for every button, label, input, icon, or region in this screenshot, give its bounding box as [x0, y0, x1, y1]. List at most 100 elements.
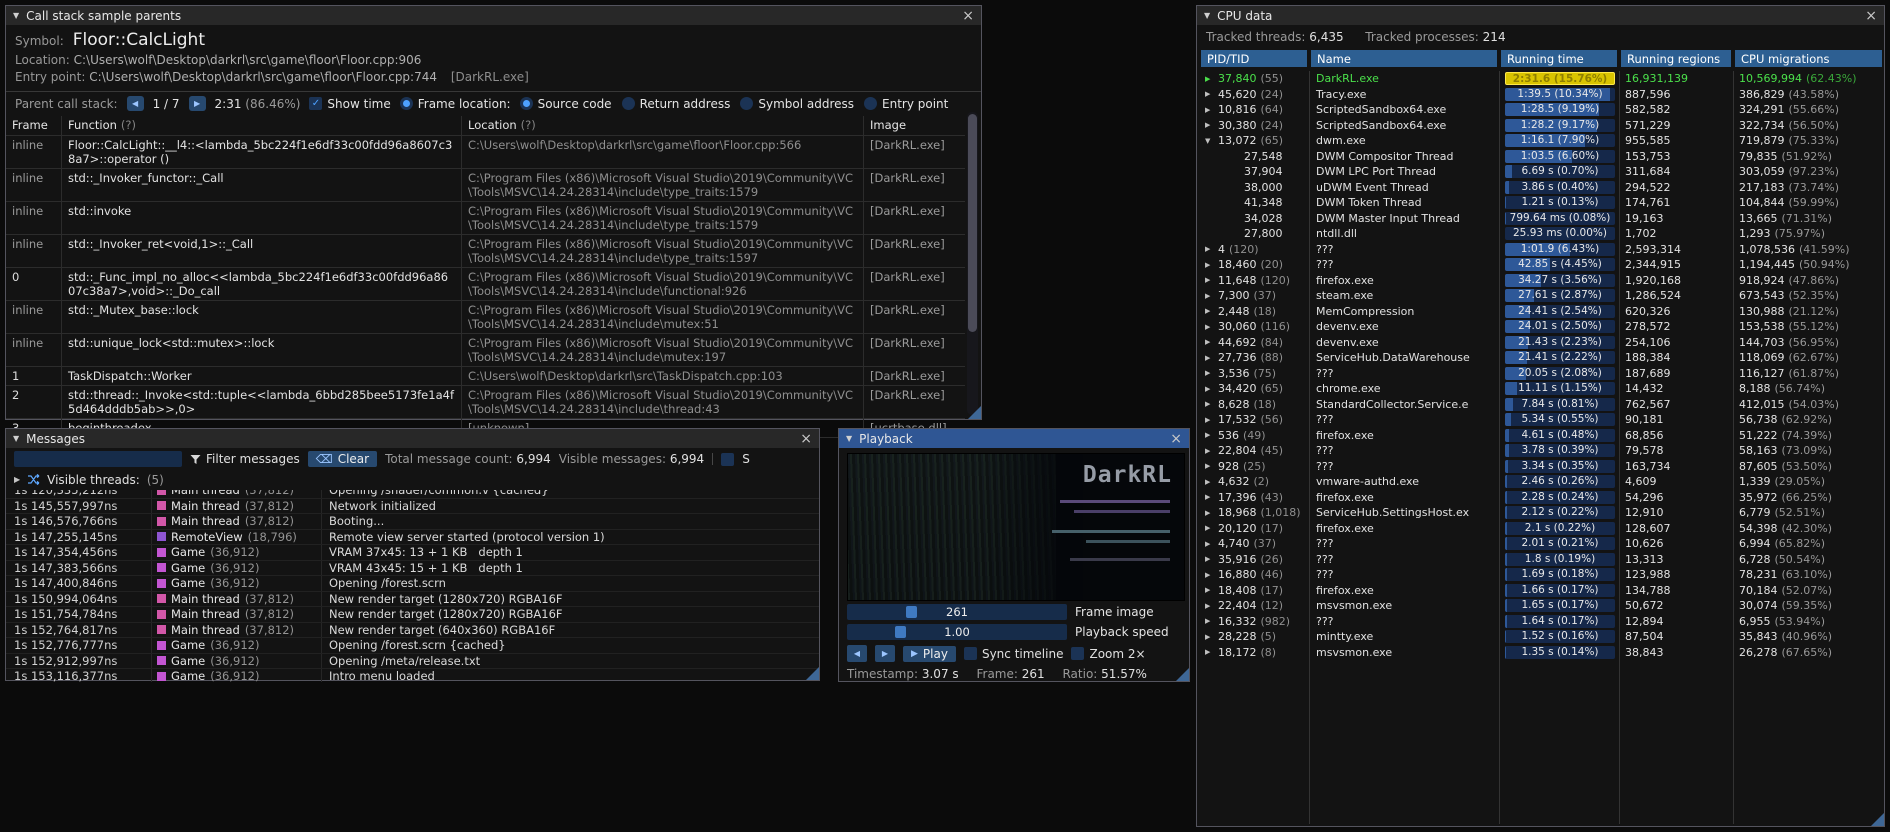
message-row[interactable]: 1s 152,912,997ns Game (36,912) Opening /met…: [6, 653, 819, 669]
cpu-process-row[interactable]: ▶ 28,228 (5) mintty.exe 1.52 s (0.16%) 87,504…: [1201, 629, 1880, 645]
collapse-arrow-icon[interactable]: ▼: [13, 434, 19, 443]
cpu-process-row[interactable]: ▶ 18,460 (20)??? 42.85 s (4.45%) 2,344,915 1,…: [1201, 257, 1880, 273]
cpu-thread-row[interactable]: 37,904 DWM LPC Port Thread 6.69 s (0.70%) 3…: [1201, 164, 1880, 180]
radio-option-entry-point[interactable]: Entry point: [864, 97, 948, 111]
play-button[interactable]: ▶ Play: [903, 645, 956, 662]
close-icon[interactable]: ×: [962, 9, 974, 23]
tree-collapsed-icon[interactable]: ▶: [1205, 493, 1214, 501]
cpu-process-row[interactable]: ▼ 13,072 (65) dwm.exe 1:16.1 (7.90%) 955,585 7…: [1201, 133, 1880, 149]
tree-collapsed-icon[interactable]: ▶: [1205, 292, 1214, 300]
cpu-process-row[interactable]: ▶ 7,300 (37) steam.exe 27.61 s (2.87%) 1,286,…: [1201, 288, 1880, 304]
tree-collapsed-icon[interactable]: ▶: [1205, 462, 1214, 470]
tree-collapsed-icon[interactable]: ▶: [1205, 121, 1214, 129]
filter-input[interactable]: [14, 451, 182, 467]
cpu-process-row[interactable]: ▶ 17,396 (43) firefox.exe 2.28 s (0.24%) 54,2…: [1201, 490, 1880, 506]
next-callstack-button[interactable]: ▶: [188, 96, 206, 111]
cpu-thread-row[interactable]: 27,800 ntdll.dll 25.93 ms (0.00%) 1,702 1,29…: [1201, 226, 1880, 242]
tree-collapsed-icon[interactable]: ▶: [1205, 90, 1214, 98]
shuffle-icon[interactable]: [27, 474, 40, 485]
function-cell[interactable]: std::_Invoker_functor::_Call: [62, 169, 462, 201]
tree-collapsed-icon[interactable]: ▶: [1205, 75, 1214, 83]
message-row[interactable]: 1s 147,354,456ns Game (36,912) VRAM 37x45: …: [6, 545, 819, 561]
callstack-frame-row[interactable]: 2 std::thread::_Invoke<std::tuple<<lambda…: [6, 386, 965, 419]
prev-callstack-button[interactable]: ◀: [126, 96, 144, 111]
callstack-frame-row[interactable]: 1 TaskDispatch::Worker C:\Users\wolf\Deskt…: [6, 367, 965, 386]
callstack-frame-row[interactable]: inline std::_Invoker_ret<void,1>::_Call C:…: [6, 235, 965, 268]
callstack-frame-row[interactable]: inline std::_Mutex_base::lock C:\Program F…: [6, 301, 965, 334]
tree-collapsed-icon[interactable]: ▶: [1205, 354, 1214, 362]
tree-collapsed-icon[interactable]: ▶: [1205, 555, 1214, 563]
messages-titlebar[interactable]: ▼ Messages ×: [6, 429, 819, 448]
column-header-running-time[interactable]: Running time: [1501, 50, 1617, 67]
tree-collapsed-icon[interactable]: ▶: [1205, 400, 1214, 408]
tree-caret-icon[interactable]: ▶: [14, 475, 20, 484]
function-cell[interactable]: Floor::CalcLight::__l4::<lambda_5bc224f1…: [62, 136, 462, 168]
collapse-arrow-icon[interactable]: ▼: [1204, 11, 1210, 20]
tree-collapsed-icon[interactable]: ▶: [1205, 509, 1214, 517]
cpu-process-row[interactable]: ▶ 45,620 (24) Tracy.exe 1:39.5 (10.34%) 887,5…: [1201, 87, 1880, 103]
cpu-process-row[interactable]: ▶ 20,120 (17) firefox.exe 2.1 s (0.22%) 128,6…: [1201, 521, 1880, 537]
message-row[interactable]: 1s 151,754,784ns Main thread (37,812) New r…: [6, 607, 819, 623]
tree-collapsed-icon[interactable]: ▶: [1205, 571, 1214, 579]
tree-collapsed-icon[interactable]: ▶: [1205, 245, 1214, 253]
cpu-process-row[interactable]: ▶ 22,404 (12) msvsmon.exe 1.65 s (0.17%) 50,6…: [1201, 598, 1880, 614]
cpu-process-row[interactable]: ▶ 22,804 (45)??? 3.78 s (0.39%) 79,578 58,163…: [1201, 443, 1880, 459]
cpu-process-row[interactable]: ▶ 30,060 (116) devenv.exe 24.01 s (2.50%) 278…: [1201, 319, 1880, 335]
message-row[interactable]: 1s 146,576,766ns Main thread (37,812) Booti…: [6, 514, 819, 530]
cpu-process-row[interactable]: ▶ 4 (120)??? 1:01.9 (6.43%) 2,593,314 1,078,5…: [1201, 242, 1880, 258]
message-row[interactable]: 1s 147,383,566ns Game (36,912) VRAM 43x45: …: [6, 560, 819, 576]
radio-option-return-address[interactable]: Return address: [621, 97, 730, 111]
tree-collapsed-icon[interactable]: ▶: [1205, 106, 1214, 114]
tree-collapsed-icon[interactable]: ▶: [1205, 276, 1214, 284]
cpu-process-row[interactable]: ▶ 35,916 (26)??? 1.8 s (0.19%) 13,313 6,728 (5…: [1201, 552, 1880, 568]
resize-grip[interactable]: [1176, 668, 1189, 681]
function-cell[interactable]: std::unique_lock<std::mutex>::lock: [62, 334, 462, 366]
cpu-process-row[interactable]: ▶ 27,736 (88) ServiceHub.DataWarehouse 21.41…: [1201, 350, 1880, 366]
tree-collapsed-icon[interactable]: ▶: [1205, 323, 1214, 331]
tree-collapsed-icon[interactable]: ▶: [1205, 416, 1214, 424]
tree-collapsed-icon[interactable]: ▶: [1205, 524, 1214, 532]
tree-collapsed-icon[interactable]: ▶: [1205, 602, 1214, 610]
function-cell[interactable]: std::_Func_impl_no_alloc<<lambda_5bc224f…: [62, 268, 462, 300]
column-header-name[interactable]: Name: [1311, 50, 1497, 67]
resize-grip[interactable]: [968, 406, 981, 419]
cpu-process-row[interactable]: ▶ 18,408 (17) firefox.exe 1.66 s (0.17%) 134,…: [1201, 583, 1880, 599]
cpu-process-row[interactable]: ▶ 3,536 (75)??? 20.05 s (2.08%) 187,689 116,1…: [1201, 366, 1880, 382]
cpu-process-row[interactable]: ▶ 16,332 (982)??? 1.64 s (0.17%) 12,894 6,955…: [1201, 614, 1880, 630]
callstack-frame-row[interactable]: 0 std::_Func_impl_no_alloc<<lambda_5bc224…: [6, 268, 965, 301]
cpu-thread-row[interactable]: 41,348 DWM Token Thread 1.21 s (0.13%) 174,…: [1201, 195, 1880, 211]
cpu-process-row[interactable]: ▶ 17,532 (56)??? 5.34 s (0.55%) 90,181 56,738…: [1201, 412, 1880, 428]
next-frame-button[interactable]: ▶: [875, 645, 895, 662]
message-row[interactable]: 1s 120,335,212ns Main thread (37,812) Openi…: [6, 490, 819, 499]
collapse-arrow-icon[interactable]: ▼: [13, 11, 19, 20]
callstack-frame-row[interactable]: inline std::_Invoker_functor::_Call C:\Pro…: [6, 169, 965, 202]
cpu-process-row[interactable]: ▶ 4,632 (2) vmware-authd.exe 2.46 s (0.26%) 4…: [1201, 474, 1880, 490]
function-cell[interactable]: TaskDispatch::Worker: [62, 367, 462, 385]
function-cell[interactable]: std::invoke: [62, 202, 462, 234]
cpu-thread-row[interactable]: 38,000 uDWM Event Thread 3.86 s (0.40%) 294…: [1201, 180, 1880, 196]
tree-collapsed-icon[interactable]: ▶: [1205, 261, 1214, 269]
cpu-process-row[interactable]: ▶ 536 (49) firefox.exe 4.61 s (0.48%) 68,856 5…: [1201, 428, 1880, 444]
callstack-frame-row[interactable]: inline std::invoke C:\Program Files (x86)\…: [6, 202, 965, 235]
cpu-process-row[interactable]: ▶ 44,692 (84) devenv.exe 21.43 s (2.23%) 254,…: [1201, 335, 1880, 351]
show-time-checkbox[interactable]: ✓ Show time: [309, 97, 391, 111]
show-checkbox[interactable]: [721, 452, 735, 466]
message-row[interactable]: 1s 147,255,145ns RemoteView (18,796) Remote…: [6, 529, 819, 545]
cpu-process-row[interactable]: ▶ 11,648 (120) firefox.exe 34.27 s (3.56%) 1,…: [1201, 273, 1880, 289]
tree-collapsed-icon[interactable]: ▶: [1205, 447, 1214, 455]
message-row[interactable]: 1s 147,400,846ns Game (36,912) Opening /for…: [6, 576, 819, 592]
tree-collapsed-icon[interactable]: ▶: [1205, 617, 1214, 625]
tree-collapsed-icon[interactable]: ▶: [1205, 369, 1214, 377]
column-header-running-regions[interactable]: Running regions: [1621, 50, 1731, 67]
callstack-titlebar[interactable]: ▼ Call stack sample parents ×: [6, 6, 981, 25]
function-cell[interactable]: std::_Mutex_base::lock: [62, 301, 462, 333]
cpu-process-row[interactable]: ▶ 18,172 (8) msvsmon.exe 1.35 s (0.14%) 38,84…: [1201, 645, 1880, 661]
resize-grip[interactable]: [1871, 813, 1884, 826]
message-row[interactable]: 1s 150,994,064ns Main thread (37,812) New r…: [6, 591, 819, 607]
message-row[interactable]: 1s 153,116,377ns Game (36,912) Intro menu l…: [6, 669, 819, 682]
tree-collapsed-icon[interactable]: ▶: [1205, 633, 1214, 641]
radio-option-source-code[interactable]: Source code: [519, 97, 612, 111]
callstack-frame-row[interactable]: inline std::unique_lock<std::mutex>::lock…: [6, 334, 965, 367]
tree-collapsed-icon[interactable]: ▶: [1205, 648, 1214, 656]
playback-titlebar[interactable]: ▼ Playback ×: [839, 429, 1189, 448]
